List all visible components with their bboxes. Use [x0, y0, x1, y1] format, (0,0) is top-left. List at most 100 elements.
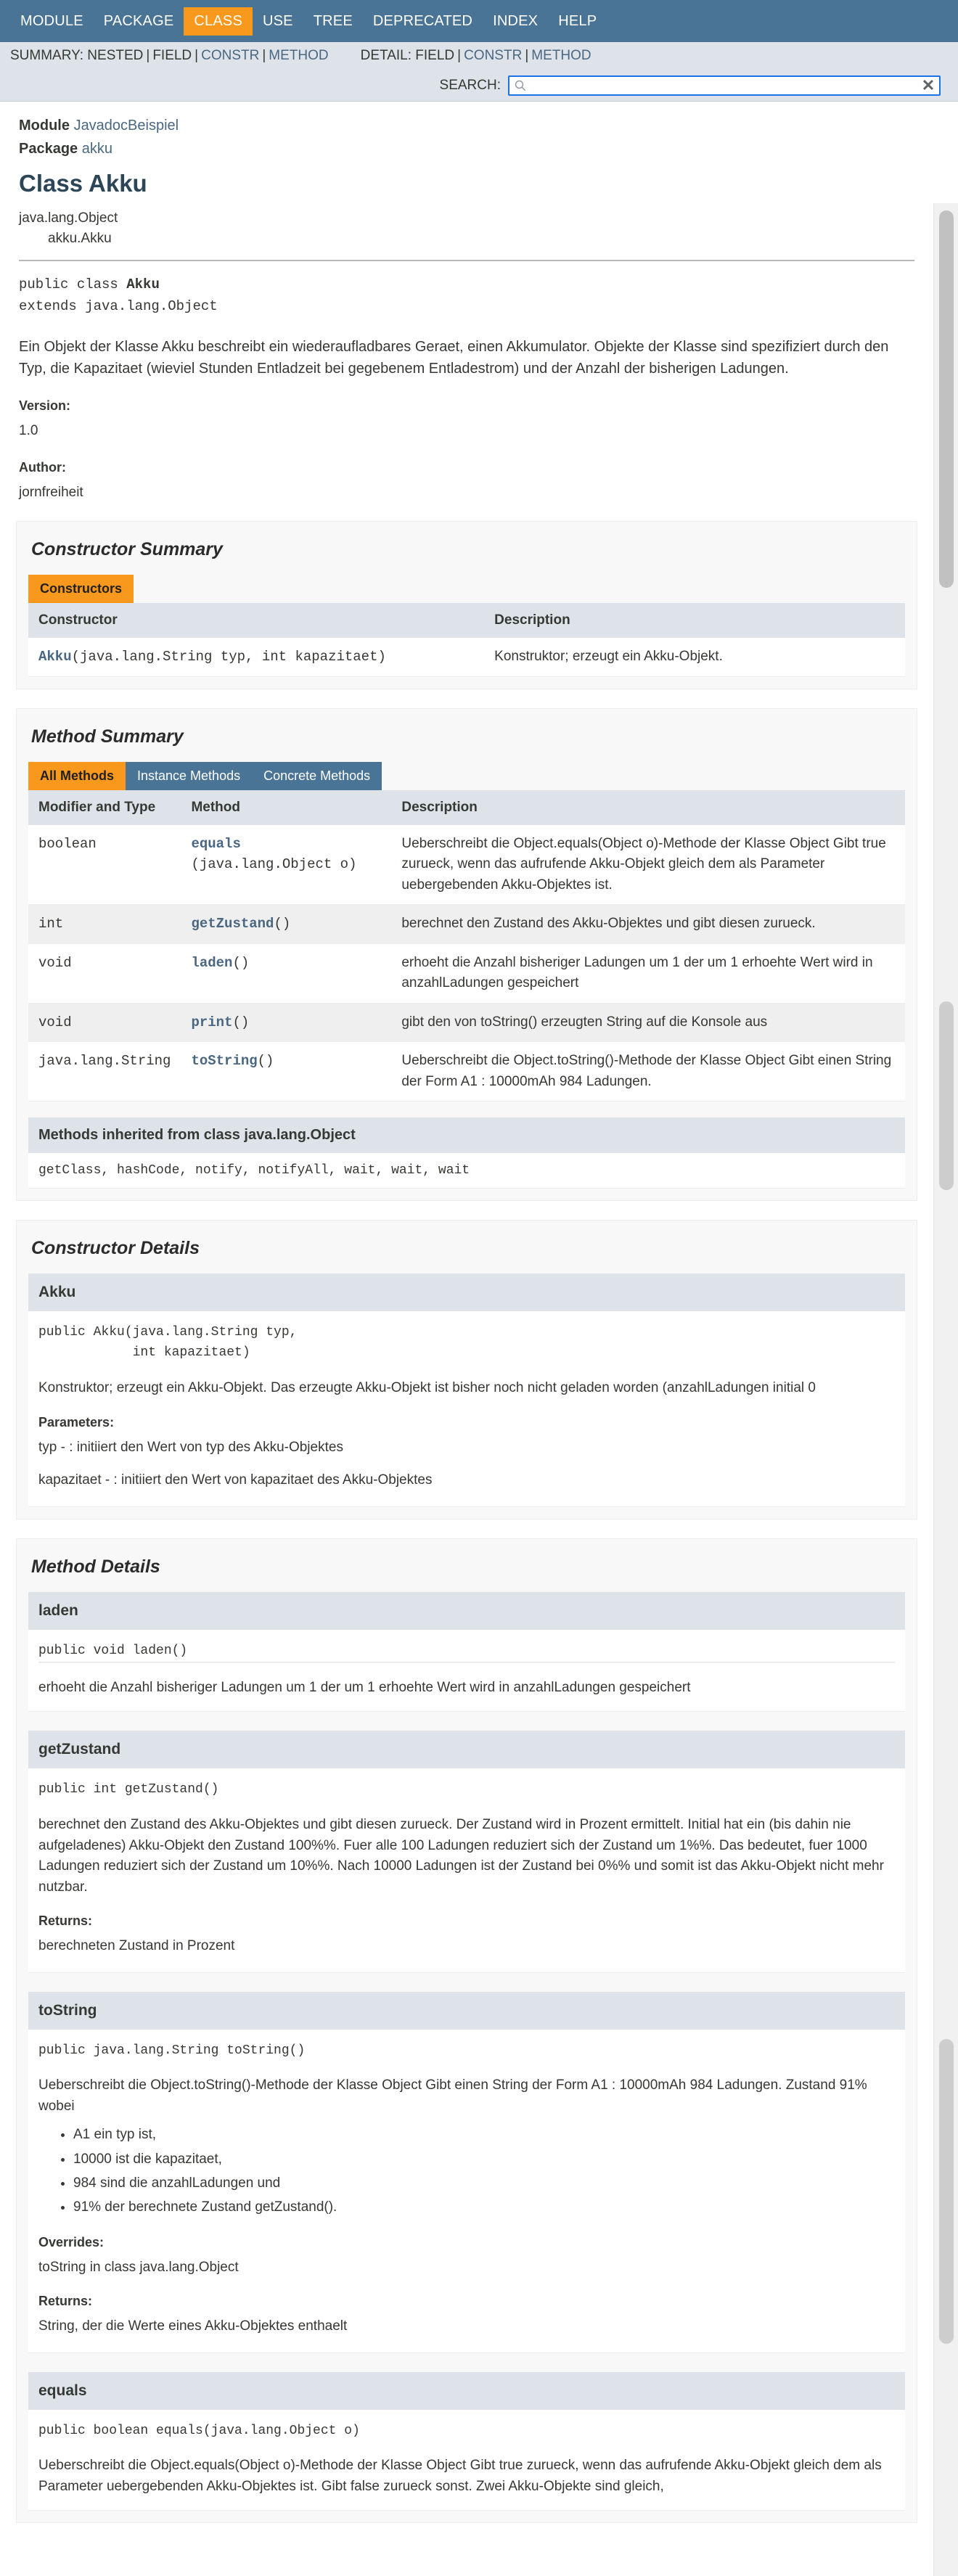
member-body: public java.lang.String toString() Ueber…: [28, 2029, 905, 2353]
nav-item-deprecated[interactable]: DEPRECATED: [363, 7, 483, 36]
returns-value: berechneten Zustand in Prozent: [38, 1938, 235, 1954]
method-params: (): [274, 916, 291, 932]
constructor-description: Konstruktor; erzeugt ein Akku-Objekt. Da…: [38, 1380, 816, 1396]
method-type-cell: boolean: [28, 824, 181, 906]
inherited-methods-list[interactable]: getClass, hashCode, notify, notifyAll, w…: [28, 1153, 905, 1189]
method-link[interactable]: toString: [191, 1053, 257, 1069]
method-name-cell: getZustand(): [181, 904, 392, 944]
table-row: void print() gibt den von toString() erz…: [28, 1003, 905, 1043]
detail-field: FIELD: [415, 48, 455, 63]
col-description: Description: [484, 603, 905, 639]
tostring-bullet-list: A1 ein typ ist, 10000 ist die kapazitaet…: [38, 2122, 895, 2219]
table-row: void laden() erhoeht die Anzahl bisherig…: [28, 943, 905, 1004]
screenshot-seam: [38, 1661, 895, 1663]
vertical-scrollbar-thumb-tertiary[interactable]: [939, 2039, 954, 2344]
nav-item-module[interactable]: MODULE: [10, 7, 94, 36]
method-details-section: Method Details laden public void laden()…: [16, 1538, 917, 2524]
signature-modifier: public class: [19, 276, 127, 293]
method-summary-section: Method Summary All Methods Instance Meth…: [16, 707, 917, 1202]
class-header: Module JavadocBeispiel Package akku Clas…: [0, 102, 933, 502]
nav-item-class[interactable]: CLASS: [184, 7, 253, 36]
method-description-cell: Ueberschreibt die Object.toString()-Meth…: [391, 1041, 905, 1102]
summary-group: SUMMARY: NESTED | FIELD | CONSTR | METHOD: [10, 48, 329, 64]
version-value: 1.0: [19, 423, 38, 439]
method-type-cell: void: [28, 943, 181, 1004]
col-method: Method: [181, 789, 392, 825]
tab-all-methods[interactable]: All Methods: [28, 761, 126, 790]
returns-label: Returns:: [38, 2294, 93, 2308]
module-line: Module JavadocBeispiel: [19, 118, 914, 134]
table-header-row: Constructor Description: [28, 603, 905, 639]
method-detail-tostring: toString public java.lang.String toStrin…: [28, 1991, 905, 2353]
version-label: Version:: [19, 398, 71, 414]
summary-constr-link[interactable]: CONSTR: [201, 48, 259, 63]
vertical-scrollbar-thumb[interactable]: [939, 210, 954, 588]
package-link[interactable]: akku: [82, 141, 112, 157]
method-type-cell: void: [28, 1003, 181, 1043]
close-icon[interactable]: ✕: [919, 76, 938, 95]
page-viewport: Module JavadocBeispiel Package akku Clas…: [0, 102, 958, 2576]
inherited-methods-header: Methods inherited from class java.lang.O…: [28, 1117, 905, 1154]
constructor-detail-akku: Akku public Akku(java.lang.String typ, i…: [28, 1273, 905, 1507]
separator: |: [457, 48, 462, 63]
signature-line-2: int kapazitaet): [38, 1345, 250, 1361]
search-input[interactable]: [527, 77, 919, 94]
method-detail-getzustand: getZustand public int getZustand() berec…: [28, 1731, 905, 1973]
method-summary-title: Method Summary: [31, 726, 184, 747]
summary-field: FIELD: [152, 48, 192, 63]
page-title: Class Akku: [19, 170, 147, 197]
divider: [19, 260, 914, 262]
package-line: Package akku: [19, 141, 914, 157]
constructor-signature: public Akku(java.lang.String typ, int ka…: [38, 1323, 895, 1363]
method-type-cell: java.lang.String: [28, 1041, 181, 1102]
method-summary-tabs: All Methods Instance Methods Concrete Me…: [28, 761, 905, 790]
method-link[interactable]: laden: [191, 955, 232, 971]
constructor-details-section: Constructor Details Akku public Akku(jav…: [16, 1220, 917, 1519]
nav-item-tree[interactable]: TREE: [303, 7, 363, 36]
table-row: Akku(java.lang.String typ, int kapazitae…: [28, 638, 905, 677]
summary-method-link[interactable]: METHOD: [269, 48, 328, 63]
method-link[interactable]: getZustand: [191, 916, 274, 932]
nav-item-package[interactable]: PACKAGE: [94, 7, 184, 36]
search-box[interactable]: ✕: [508, 75, 941, 96]
vertical-scrollbar-thumb-secondary[interactable]: [939, 1001, 954, 1190]
module-link[interactable]: JavadocBeispiel: [74, 118, 179, 134]
tab-constructors[interactable]: Constructors: [28, 575, 134, 604]
package-label: Package: [19, 141, 78, 157]
tab-concrete-methods[interactable]: Concrete Methods: [252, 761, 382, 790]
search-label: SEARCH:: [439, 77, 501, 93]
member-body: public void laden() erhoeht die Anzahl b…: [28, 1629, 905, 1712]
tab-instance-methods[interactable]: Instance Methods: [126, 761, 253, 790]
nav-item-help[interactable]: HELP: [548, 7, 607, 36]
search-row: SEARCH: ✕: [0, 70, 958, 102]
method-signature: public void laden(): [38, 1643, 188, 1658]
signature-extends: extends java.lang.Object: [19, 298, 218, 314]
detail-method-link[interactable]: METHOD: [531, 48, 591, 63]
signature-class-name: Akku: [126, 276, 160, 293]
constructor-signature-cell: Akku(java.lang.String typ, int kapazitae…: [28, 638, 485, 677]
nav-item-index[interactable]: INDEX: [483, 7, 548, 36]
member-body: public boolean equals(java.lang.Object o…: [28, 2409, 905, 2511]
table-header-row: Modifier and Type Method Description: [28, 789, 905, 825]
method-link[interactable]: equals: [191, 836, 240, 852]
vertical-scrollbar-track[interactable]: [933, 203, 958, 2576]
method-signature: public boolean equals(java.lang.Object o…: [38, 2423, 360, 2438]
method-description: berechnet den Zustand des Akku-Objektes …: [38, 1817, 884, 1895]
inheritance-tree: java.lang.Object akku.Akku: [19, 208, 914, 248]
method-link[interactable]: print: [191, 1014, 232, 1030]
detail-constr-link[interactable]: CONSTR: [464, 48, 522, 63]
member-heading: getZustand: [28, 1731, 905, 1769]
method-description: erhoeht die Anzahl bisheriger Ladungen u…: [38, 1679, 691, 1695]
method-description-cell: Ueberschreibt die Object.equals(Object o…: [391, 824, 905, 906]
method-name-cell: equals (java.lang.Object o): [181, 824, 392, 906]
inheritance-leaf: akku.Akku: [48, 230, 112, 246]
detail-label: DETAIL:: [360, 48, 412, 63]
parameter-entry: typ - : initiiert den Wert von typ des A…: [38, 1439, 343, 1455]
nav-item-use[interactable]: USE: [253, 7, 303, 36]
constructor-summary-table: Constructor Description Akku(java.lang.S…: [28, 603, 905, 677]
summary-label: SUMMARY:: [10, 48, 84, 63]
method-name-cell: toString(): [181, 1041, 392, 1102]
member-heading: toString: [28, 1991, 905, 2030]
constructor-link[interactable]: Akku: [38, 649, 72, 665]
member-heading: Akku: [28, 1273, 905, 1312]
